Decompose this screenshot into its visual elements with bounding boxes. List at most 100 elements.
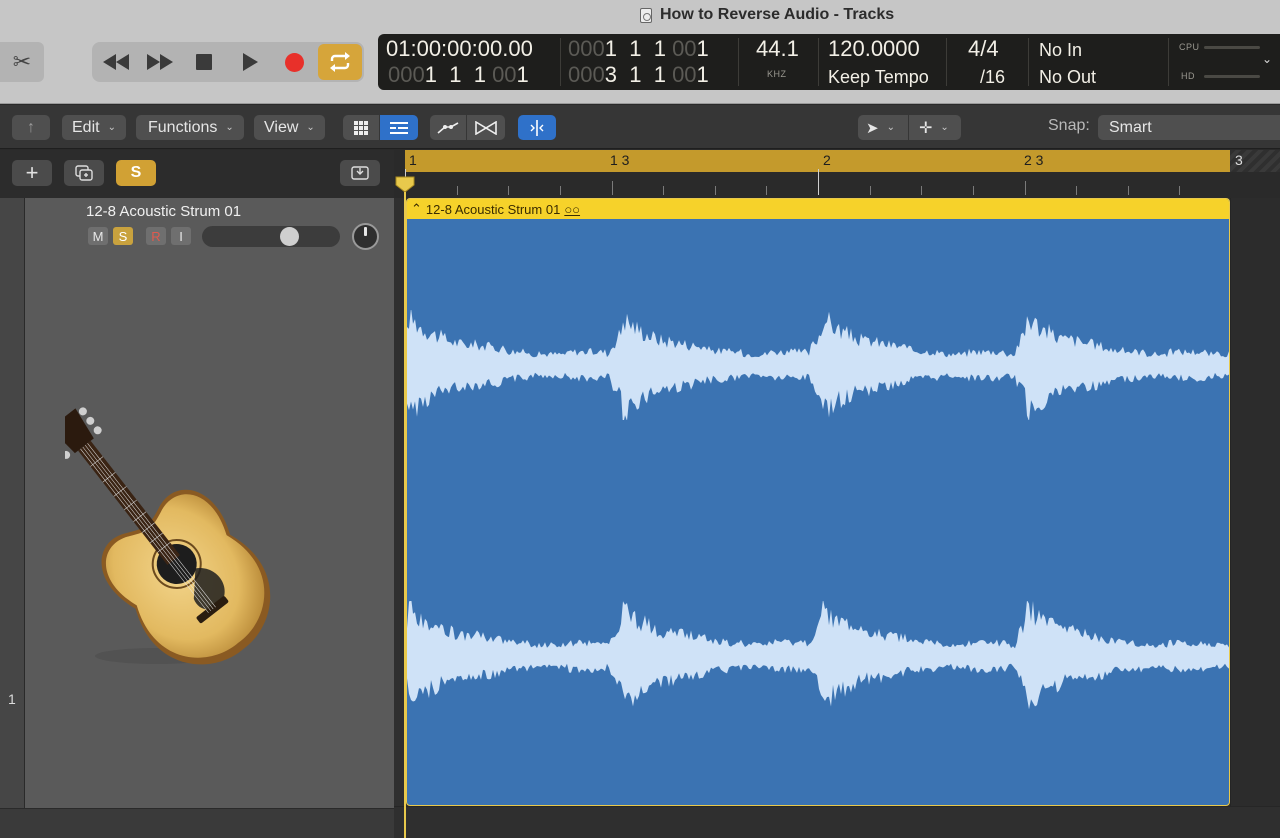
- volume-slider[interactable]: [202, 226, 340, 247]
- grid-view-button[interactable]: [343, 115, 379, 140]
- sample-rate-unit: KHZ: [767, 69, 787, 79]
- edit-menu-label: Edit: [72, 118, 100, 136]
- functions-menu[interactable]: Functions ⌄: [136, 115, 244, 140]
- cycle-button[interactable]: [318, 44, 362, 80]
- title-bar: How to Reverse Audio - Tracks ✂ 01:00:00…: [0, 0, 1280, 104]
- cpu-label: CPU: [1179, 42, 1200, 52]
- ruler-tick: [1076, 186, 1077, 195]
- out-point: No Out: [1039, 67, 1097, 87]
- tracks-area-footer: [394, 806, 1280, 838]
- division: /16: [980, 67, 1006, 87]
- window-title-text: How to Reverse Audio - Tracks: [660, 6, 895, 23]
- global-solo-button[interactable]: S: [116, 160, 156, 186]
- tray-download-icon: [351, 166, 369, 180]
- window-title: How to Reverse Audio - Tracks: [640, 6, 894, 24]
- duplicate-track-icon: [75, 165, 93, 181]
- flex-button[interactable]: [467, 115, 505, 140]
- region-loop-icon: ⌃: [411, 201, 422, 216]
- ruler-tick: [1025, 181, 1026, 195]
- collapse-track-button[interactable]: [340, 160, 380, 186]
- snap-label: Snap:: [1048, 117, 1090, 134]
- chevron-down-icon: ⌄: [107, 122, 116, 133]
- chevron-down-icon: ⌄: [940, 122, 949, 133]
- ruler-tick: [818, 169, 819, 195]
- crosshair-icon: ✛: [919, 119, 933, 137]
- hd-meter: [1204, 75, 1260, 78]
- pan-knob[interactable]: [352, 223, 379, 250]
- ruler-label-bar-2-3: 2 3: [1024, 152, 1044, 168]
- scissors-icon[interactable]: ✂: [0, 42, 44, 82]
- ruler-label-bar-2: 2: [823, 152, 831, 168]
- rewind-icon: [103, 54, 129, 70]
- mute-button[interactable]: M: [88, 227, 108, 245]
- bar-ruler[interactable]: 1 1 3 2 2 3 3: [394, 150, 1280, 198]
- edit-menu[interactable]: Edit ⌄: [62, 115, 126, 140]
- track-header-toolbar: + S: [0, 150, 394, 198]
- fast-forward-button[interactable]: [138, 42, 182, 82]
- lcd-display[interactable]: 01:00:00:00.00 0001 1 1 001 0001 1 1 001…: [378, 34, 1280, 90]
- track-number: 1: [8, 691, 16, 707]
- tracks-view-button[interactable]: [380, 115, 418, 140]
- record-enable-button[interactable]: R: [146, 227, 166, 245]
- functions-menu-label: Functions: [148, 118, 218, 136]
- in-point: No In: [1039, 40, 1083, 60]
- volume-slider-knob[interactable]: [280, 227, 299, 246]
- stop-button[interactable]: [182, 42, 226, 82]
- automation-curve-icon: [437, 121, 459, 134]
- acoustic-guitar-icon: [65, 407, 271, 665]
- stop-icon: [196, 54, 212, 70]
- ruler-tick: [457, 186, 458, 195]
- bar-position-display: 0001 1 1 001: [568, 36, 709, 61]
- duplicate-track-button[interactable]: [64, 160, 104, 186]
- logic-pro-window: How to Reverse Audio - Tracks ✂ 01:00:00…: [0, 0, 1280, 838]
- grid-icon: [354, 120, 368, 135]
- up-level-button[interactable]: ↑: [12, 115, 50, 140]
- play-icon: [243, 53, 258, 71]
- playhead-marker-icon[interactable]: [395, 176, 415, 192]
- cpu-meter: [1204, 46, 1260, 49]
- play-button[interactable]: [228, 42, 272, 82]
- tempo-mode: Keep Tempo: [828, 67, 929, 87]
- global-solo-label: S: [130, 164, 142, 181]
- tracks-area-empty[interactable]: [1230, 198, 1280, 808]
- cycle-icon: [330, 52, 350, 72]
- waveform-channel-right: [407, 601, 1229, 710]
- ruler-tick: [921, 186, 922, 195]
- secondary-tool-menu[interactable]: ✛ ⌄: [909, 115, 961, 140]
- tempo-value: 120.0000: [828, 36, 920, 61]
- ruler-tick: [560, 186, 561, 195]
- solo-button[interactable]: S: [113, 227, 133, 245]
- track-header-footer: [0, 808, 394, 838]
- lcd-menu-chevron-icon[interactable]: ⌄: [1262, 52, 1272, 66]
- flex-loop-icon: ○○: [564, 201, 581, 217]
- waveform-shape: [407, 601, 1229, 710]
- record-button[interactable]: [272, 42, 316, 82]
- rewind-button[interactable]: [94, 42, 138, 82]
- ruler-label-bar-1: 1: [409, 152, 417, 168]
- chevron-down-icon: ⌄: [306, 122, 315, 133]
- playhead-line[interactable]: [404, 190, 406, 838]
- view-menu[interactable]: View ⌄: [254, 115, 325, 140]
- catch-playhead-button[interactable]: [518, 115, 556, 140]
- snap-mode-menu[interactable]: Smart: [1098, 115, 1280, 140]
- ruler-tick: [766, 186, 767, 195]
- chevron-down-icon: ⌄: [225, 122, 234, 133]
- ruler-tick: [973, 186, 974, 195]
- sample-rate-value: 44.1: [756, 36, 799, 61]
- audio-region[interactable]: ⌃ 12-8 Acoustic Strum 01 ○○: [406, 198, 1230, 806]
- document-icon: [640, 7, 652, 23]
- right-locator-display: 0003 1 1 001: [568, 62, 709, 87]
- automation-button[interactable]: [430, 115, 466, 140]
- input-monitor-button[interactable]: I: [171, 227, 191, 245]
- ruler-label-bar-3: 3: [1235, 152, 1243, 168]
- region-header[interactable]: ⌃ 12-8 Acoustic Strum 01 ○○: [407, 199, 1229, 219]
- track-number-column: 1: [0, 198, 25, 808]
- track-name[interactable]: 12-8 Acoustic Strum 01: [86, 203, 241, 220]
- track-list-icon: [390, 121, 408, 134]
- ruler-tick: [1179, 186, 1180, 195]
- plus-icon: +: [25, 160, 39, 185]
- add-track-button[interactable]: +: [12, 160, 52, 186]
- track-header[interactable]: 12-8 Acoustic Strum 01 M S R I: [25, 198, 394, 808]
- record-icon: [284, 52, 304, 72]
- pointer-tool-menu[interactable]: ➤ ⌄: [858, 115, 908, 140]
